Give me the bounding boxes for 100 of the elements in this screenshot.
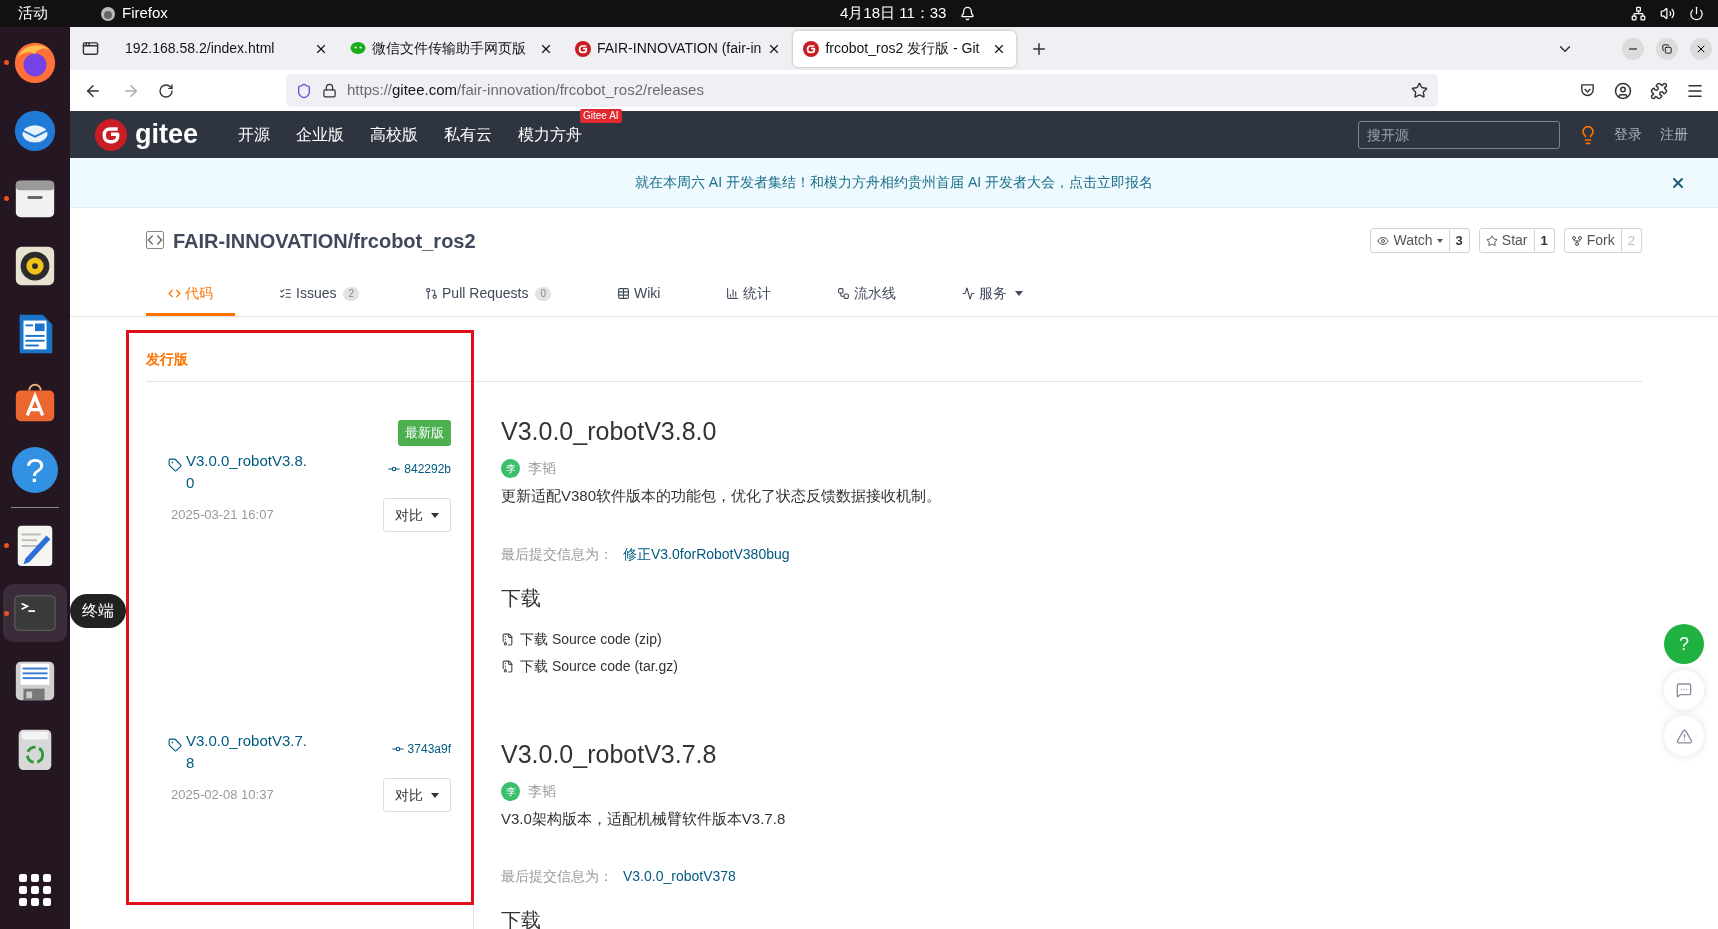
downloads-heading: 下载 xyxy=(501,908,542,929)
release-date: 2025-03-21 16:07 xyxy=(171,506,274,525)
downloads-heading: 下载 xyxy=(501,585,542,611)
repo-tab[interactable]: 服务 xyxy=(940,274,1046,316)
volume-icon[interactable] xyxy=(1660,6,1675,21)
code-icon xyxy=(168,287,181,300)
app-icon xyxy=(100,5,116,22)
network-icon[interactable] xyxy=(1631,6,1646,21)
dock-separator xyxy=(11,507,59,508)
repo-tab[interactable]: Wiki xyxy=(595,274,683,316)
extensions-icon[interactable] xyxy=(1650,81,1668,100)
browser-tab[interactable]: frcobot_ros2 发行版 - Git xyxy=(793,30,1017,67)
watch-button[interactable]: Watch xyxy=(1370,228,1450,253)
commit-link[interactable]: 3743a9f xyxy=(407,740,451,758)
nav-link[interactable]: 模力方舟 xyxy=(518,125,583,143)
nav-link[interactable]: 私有云 xyxy=(444,125,493,143)
caret-icon xyxy=(431,512,439,518)
lock-icon xyxy=(322,83,337,98)
shield-icon xyxy=(296,82,312,99)
browser-tab[interactable]: 微信文件传输助手网页版 xyxy=(340,30,563,67)
browser-tab[interactable]: FAIR-INNOVATION (fair-in xyxy=(565,30,792,67)
watch-count[interactable]: 3 xyxy=(1449,228,1470,253)
url-text: https://gitee.com/fair-innovation/frcobot_ros2/releases xyxy=(347,80,704,101)
download-link[interactable]: 下载 Source code (tar.gz) xyxy=(520,655,678,677)
latest-badge: 最新版 xyxy=(398,420,451,446)
warning-icon xyxy=(1675,727,1693,745)
feedback-button[interactable] xyxy=(1664,670,1704,710)
repo-icon xyxy=(146,231,164,249)
star-count[interactable]: 1 xyxy=(1534,228,1555,253)
activities-button[interactable]: 活动 xyxy=(18,2,48,25)
release-title: V3.0.0_robotV3.8.0 xyxy=(501,416,718,446)
table-icon xyxy=(617,287,630,300)
nav-link[interactable]: 高校版 xyxy=(370,125,419,143)
tab-count: 0 xyxy=(535,286,551,301)
minimize-button[interactable] xyxy=(1622,37,1644,60)
tab-title: FAIR-INNOVATION (fair-in xyxy=(597,39,762,58)
help-icon: ? xyxy=(12,447,58,493)
register-link[interactable]: 注册 xyxy=(1660,124,1688,145)
archive-file-icon xyxy=(501,632,514,646)
tag-icon xyxy=(168,738,182,752)
star-icon xyxy=(1485,234,1498,247)
clock[interactable]: 4月18日 11：33 xyxy=(840,2,947,25)
running-indicator xyxy=(4,611,9,616)
chat-bubble-icon xyxy=(350,40,366,57)
last-commit-link[interactable]: V3.0.0_robotV378 xyxy=(623,866,736,887)
workflow-icon xyxy=(837,287,851,300)
star-button[interactable]: Star xyxy=(1478,228,1535,253)
compare-button[interactable]: 对比 xyxy=(383,498,451,532)
repo-tab[interactable]: 流水线 xyxy=(815,274,919,316)
compare-button[interactable]: 对比 xyxy=(383,778,451,812)
repo-tab[interactable]: Pull Requests 0 xyxy=(403,274,573,316)
last-commit-label: 最后提交信息为： xyxy=(501,867,613,886)
bookmark-star-icon[interactable] xyxy=(1411,82,1428,99)
release-tag-link[interactable]: V3.0.0_robotV3.7.8 xyxy=(186,730,308,774)
release-date: 2025-02-08 10:37 xyxy=(171,786,274,805)
restore-button[interactable] xyxy=(1656,37,1678,60)
nav-link[interactable]: 企业版 xyxy=(296,125,345,143)
logo-wordmark[interactable]: gitee xyxy=(135,121,199,148)
pull-request-icon xyxy=(425,287,439,300)
login-link[interactable]: 登录 xyxy=(1614,124,1642,145)
caret-icon xyxy=(1436,238,1443,243)
last-commit-link[interactable]: 修正V3.0forRobotV380bug xyxy=(623,543,790,565)
checklist-icon xyxy=(279,287,292,300)
browser-tab[interactable]: 192.168.58.2/index.html xyxy=(115,30,338,67)
download-link[interactable]: 下载 Source code (zip) xyxy=(520,628,662,650)
close-banner-icon[interactable] xyxy=(1670,175,1686,191)
app-grid-icon[interactable] xyxy=(18,873,52,907)
restore-icon xyxy=(1662,43,1672,54)
running-indicator xyxy=(4,60,9,65)
dock-tooltip: 终端 xyxy=(70,594,126,628)
repo-tab[interactable]: 统计 xyxy=(704,274,794,316)
power-icon[interactable] xyxy=(1689,6,1704,21)
gitee-logo-icon xyxy=(95,118,127,151)
tab-count: 2 xyxy=(343,286,360,301)
address-bar[interactable]: https://gitee.com/fair-innovation/frcobot_ros2/releases xyxy=(286,74,1438,107)
search-field[interactable]: 搜开源 xyxy=(1358,120,1560,149)
banner-text[interactable]: 就在本周六 AI 开发者集结！和模力方舟相约贵州首届 AI 开发者大会，点击立即报名 xyxy=(635,172,1153,193)
release-tag-link[interactable]: V3.0.0_robotV3.8.0 xyxy=(186,450,308,494)
account-icon[interactable] xyxy=(1614,81,1632,100)
app-name[interactable]: Firefox xyxy=(122,2,168,25)
commit-link[interactable]: 842292b xyxy=(404,460,451,478)
release-title: V3.0.0_robotV3.7.8 xyxy=(501,738,718,769)
release-description: V3.0架构版本，适配机械臂软件版本V3.7.8 xyxy=(501,808,787,829)
pulse-icon xyxy=(962,287,976,300)
message-icon xyxy=(1676,682,1692,698)
tab-logo-icon xyxy=(803,40,820,57)
repo-title[interactable]: FAIR-INNOVATION/frcobot_ros2 xyxy=(173,226,476,256)
repo-tab[interactable]: Issues 2 xyxy=(257,274,382,316)
tab-list-icon xyxy=(81,40,99,57)
tag-icon xyxy=(168,458,182,472)
tab-logo-icon xyxy=(575,40,591,57)
pocket-icon[interactable] xyxy=(1579,82,1596,99)
caret-icon xyxy=(1015,291,1024,296)
close-window-button[interactable] xyxy=(1690,37,1712,60)
tab-title: 微信文件传输助手网页版 xyxy=(372,39,527,58)
nav-link[interactable]: 开源 xyxy=(238,125,271,143)
reload-icon[interactable] xyxy=(158,82,174,99)
caret-icon xyxy=(431,792,439,798)
tab-title: 192.168.58.2/index.html xyxy=(125,39,276,58)
archive-file-icon xyxy=(501,659,514,673)
